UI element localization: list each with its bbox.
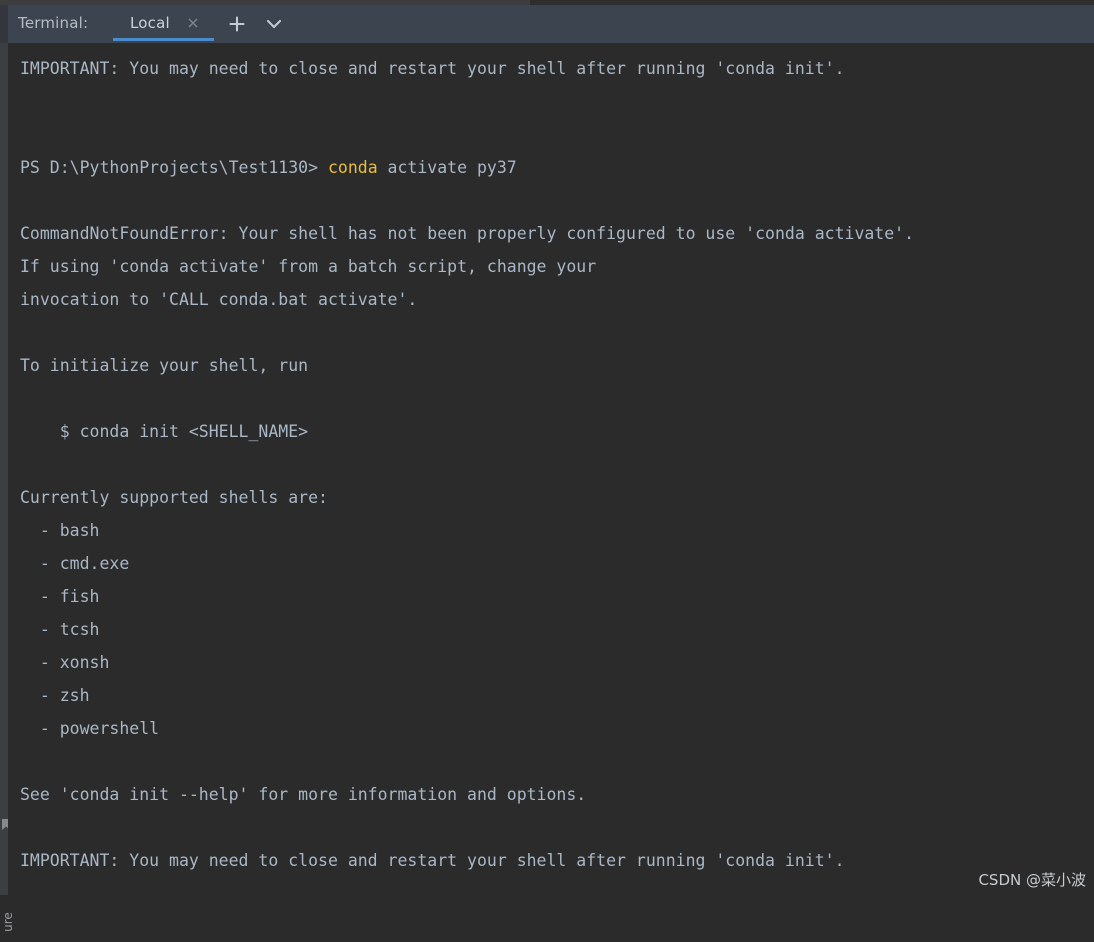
terminal-text: - powershell <box>20 719 160 738</box>
tab-local-label: Local <box>130 14 170 32</box>
terminal-text: IMPORTANT: You may need to close and res… <box>20 59 845 78</box>
terminal-text: - cmd.exe <box>20 554 130 573</box>
terminal-text: - zsh <box>20 686 90 705</box>
terminal-text: activate py37 <box>377 158 517 177</box>
terminal-line: PS D:\PythonProjects\Test1130> conda act… <box>8 151 1094 184</box>
terminal-output-pane[interactable]: IMPORTANT: You may need to close and res… <box>8 43 1094 895</box>
terminal-text: If using 'conda activate' from a batch s… <box>20 257 597 276</box>
terminal-line: CommandNotFoundError: Your shell has not… <box>8 217 1094 250</box>
terminal-text: $ conda init <SHELL_NAME> <box>20 422 309 441</box>
terminal-line: - cmd.exe <box>8 547 1094 580</box>
terminal-text: - tcsh <box>20 620 100 639</box>
close-icon[interactable] <box>186 16 200 30</box>
left-tool-strip: Bookmarks ure <box>0 43 38 932</box>
terminal-line: - bash <box>8 514 1094 547</box>
active-tab-indicator <box>113 38 214 41</box>
chevron-down-icon[interactable] <box>264 16 284 32</box>
terminal-line: invocation to 'CALL conda.bat activate'. <box>8 283 1094 316</box>
terminal-text: - xonsh <box>20 653 110 672</box>
terminal-line: - fish <box>8 580 1094 613</box>
terminal-command-token: conda <box>327 158 378 177</box>
terminal-line: Currently supported shells are: <box>8 481 1094 514</box>
terminal-line: IMPORTANT: You may need to close and res… <box>8 844 1094 877</box>
terminal-text: Currently supported shells are: <box>20 488 328 507</box>
terminal-line: - zsh <box>8 679 1094 712</box>
terminal-line: - xonsh <box>8 646 1094 679</box>
terminal-line-list: IMPORTANT: You may need to close and res… <box>8 43 1094 877</box>
terminal-text: See 'conda init --help' for more informa… <box>20 785 587 804</box>
plus-icon[interactable] <box>227 14 247 34</box>
terminal-tab-bar: Terminal: Local <box>0 5 1094 43</box>
terminal-line: See 'conda init --help' for more informa… <box>8 778 1094 811</box>
terminal-tool-window-label: Terminal: <box>18 14 89 32</box>
terminal-line: If using 'conda activate' from a batch s… <box>8 250 1094 283</box>
terminal-text: - fish <box>20 587 100 606</box>
terminal-text: CommandNotFoundError: Your shell has not… <box>20 224 915 243</box>
terminal-text: - bash <box>20 521 100 540</box>
terminal-text: IMPORTANT: You may need to close and res… <box>20 851 845 870</box>
terminal-line: IMPORTANT: You may need to close and res… <box>8 52 1094 85</box>
terminal-line: - powershell <box>8 712 1094 745</box>
terminal-line: To initialize your shell, run <box>8 349 1094 382</box>
terminal-text: invocation to 'CALL conda.bat activate'. <box>20 290 418 309</box>
terminal-text: PS D:\PythonProjects\Test1130> <box>20 158 328 177</box>
sidebar-item-structure[interactable]: ure <box>1 902 15 942</box>
tab-bar-gutter <box>0 5 8 43</box>
terminal-line: $ conda init <SHELL_NAME> <box>8 415 1094 448</box>
terminal-line: - tcsh <box>8 613 1094 646</box>
terminal-text: To initialize your shell, run <box>20 356 309 375</box>
